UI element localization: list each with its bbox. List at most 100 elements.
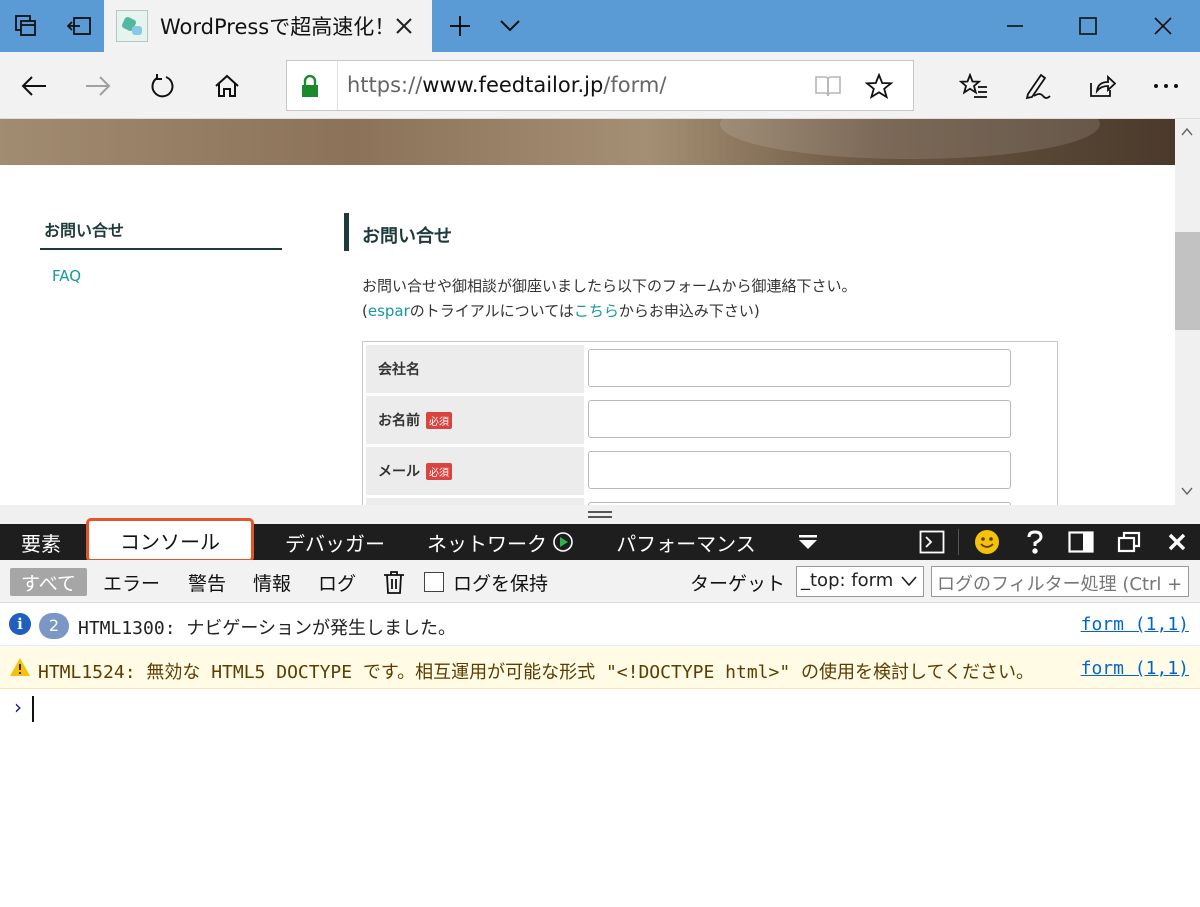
sidebar-title[interactable]: お問い合せ	[44, 217, 124, 241]
more-tools-button[interactable]	[792, 524, 824, 560]
devtools-tab-bar: 要素 コンソール デバッガー ネットワーク パフォーマンス	[0, 518, 1200, 562]
share-button[interactable]	[1072, 52, 1132, 119]
target-label: ターゲット	[690, 572, 786, 595]
chevron-down-icon	[901, 576, 917, 587]
trial-note-tail: からお申込み下さい)	[618, 302, 760, 320]
favorites-list-icon	[959, 72, 987, 98]
favorite-star-icon[interactable]	[865, 73, 893, 99]
close-devtools-button[interactable]	[1160, 524, 1194, 560]
share-icon	[1090, 74, 1116, 97]
clear-console-button[interactable]	[383, 568, 405, 596]
console-toggle-button[interactable]	[914, 524, 950, 560]
log-filter-input[interactable]: ログのフィルター処理 (Ctrl +	[931, 566, 1189, 597]
undock-button[interactable]	[1112, 524, 1146, 560]
console-message-text: HTML1300: ナビゲーションが発生しました。	[78, 618, 457, 639]
tab-network[interactable]: ネットワーク	[414, 524, 560, 560]
company-input[interactable]	[588, 349, 1011, 387]
minimize-icon	[1007, 25, 1023, 27]
page-scrollbar-thumb[interactable]	[1175, 232, 1200, 330]
browser-toolbar: https://www.feedtailor.jp/form/	[0, 52, 1200, 119]
info-icon: i	[9, 613, 31, 635]
tabs-aside-icon	[15, 15, 36, 36]
tabs-aside-button[interactable]	[0, 0, 52, 52]
tab-close-icon[interactable]	[390, 12, 418, 40]
show-tab-previews-button[interactable]	[56, 0, 102, 52]
play-circle-icon	[553, 532, 573, 552]
maximize-button[interactable]	[1053, 0, 1123, 52]
preserve-log-toggle[interactable]: ログを保持	[424, 568, 548, 596]
tab-list-button[interactable]	[492, 0, 528, 52]
name-label: お名前	[378, 413, 420, 429]
filter-errors-button[interactable]: エラー	[103, 568, 160, 596]
preserve-log-checkbox[interactable]	[424, 572, 444, 592]
back-button[interactable]	[4, 52, 64, 119]
refresh-button[interactable]	[132, 52, 192, 119]
message-count-badge: 2	[39, 613, 69, 639]
arrow-right-icon	[86, 75, 111, 96]
email-label: メール	[378, 464, 420, 480]
sidebar-item-faq[interactable]: FAQ	[52, 267, 81, 285]
tab-elements[interactable]: 要素	[0, 524, 82, 560]
form-row-email: メール 必須	[366, 447, 584, 495]
email-input[interactable]	[588, 451, 1011, 489]
console-input-caret[interactable]	[32, 696, 34, 722]
home-button[interactable]	[197, 52, 257, 119]
scroll-down-icon[interactable]	[1180, 484, 1194, 498]
required-badge: 必須	[426, 411, 452, 429]
help-button[interactable]	[1018, 524, 1052, 560]
form-row-company: 会社名	[366, 345, 584, 393]
trial-note: (esparのトライアルについてはこちらからお申込み下さい)	[362, 300, 760, 321]
console-prompt: ›	[14, 695, 22, 719]
warning-icon	[10, 658, 30, 676]
tab-debugger[interactable]: デバッガー	[264, 524, 406, 560]
trial-note-mid: のトライアルについては	[409, 302, 574, 320]
favorites-hub-button[interactable]	[944, 52, 1004, 119]
sidebar-divider	[40, 248, 282, 250]
new-tab-button[interactable]	[440, 0, 480, 52]
tab-performance[interactable]: パフォーマンス	[602, 524, 770, 560]
filter-logs-button[interactable]: ログ	[318, 568, 356, 596]
filter-info-button[interactable]: 情報	[253, 568, 291, 596]
toolbar-divider	[958, 529, 959, 555]
more-menu-button[interactable]	[1136, 52, 1196, 119]
plus-icon	[450, 16, 470, 36]
home-icon	[215, 74, 239, 97]
smiley-icon	[975, 530, 999, 554]
filter-warnings-button[interactable]: 警告	[188, 568, 226, 596]
console-message-info[interactable]: i 2 HTML1300: ナビゲーションが発生しました。 form (1,1)	[0, 603, 1200, 646]
message-source-link[interactable]: form (1,1)	[1081, 658, 1189, 679]
browser-tab-active[interactable]: WordPressで超高速化！	[104, 0, 432, 52]
url-text[interactable]: https://www.feedtailor.jp/form/	[347, 73, 666, 97]
target-select[interactable]: _top: form	[796, 566, 924, 597]
address-bar[interactable]: https://www.feedtailor.jp/form/	[286, 60, 914, 111]
trash-icon	[384, 571, 404, 594]
web-notes-button[interactable]	[1008, 52, 1068, 119]
close-window-button[interactable]	[1128, 0, 1198, 52]
feedback-button[interactable]	[970, 524, 1004, 560]
network-recording-indicator[interactable]	[550, 524, 576, 560]
url-path: /form/	[603, 73, 667, 97]
splitter-grip[interactable]	[588, 516, 612, 518]
reading-view-icon[interactable]	[814, 73, 842, 99]
refresh-icon	[151, 73, 174, 97]
filter-all-button[interactable]: すべて	[10, 568, 87, 596]
scroll-up-icon[interactable]	[1180, 125, 1194, 139]
form-row-name: お名前 必須	[366, 396, 584, 444]
trial-here-link[interactable]: こちら	[574, 302, 619, 320]
forward-button[interactable]	[68, 52, 128, 119]
target-value: _top: form	[801, 570, 894, 591]
message-source-link[interactable]: form (1,1)	[1081, 614, 1189, 635]
splitter-grip[interactable]	[588, 511, 612, 513]
lock-icon[interactable]	[301, 75, 319, 97]
url-host: www.feedtailor.jp	[422, 73, 604, 97]
dock-button[interactable]	[1064, 524, 1098, 560]
company-label: 会社名	[378, 362, 420, 378]
tab-previews-icon	[66, 17, 91, 35]
maximize-icon	[1079, 17, 1097, 35]
more-ellipsis-icon	[1154, 83, 1178, 88]
tab-console[interactable]: コンソール	[86, 518, 254, 562]
minimize-button[interactable]	[980, 0, 1050, 52]
console-message-warning[interactable]: HTML1524: 無効な HTML5 DOCTYPE です。相互運用が可能な形…	[0, 647, 1200, 689]
espar-link[interactable]: espar	[368, 302, 410, 320]
name-input[interactable]	[588, 400, 1011, 438]
